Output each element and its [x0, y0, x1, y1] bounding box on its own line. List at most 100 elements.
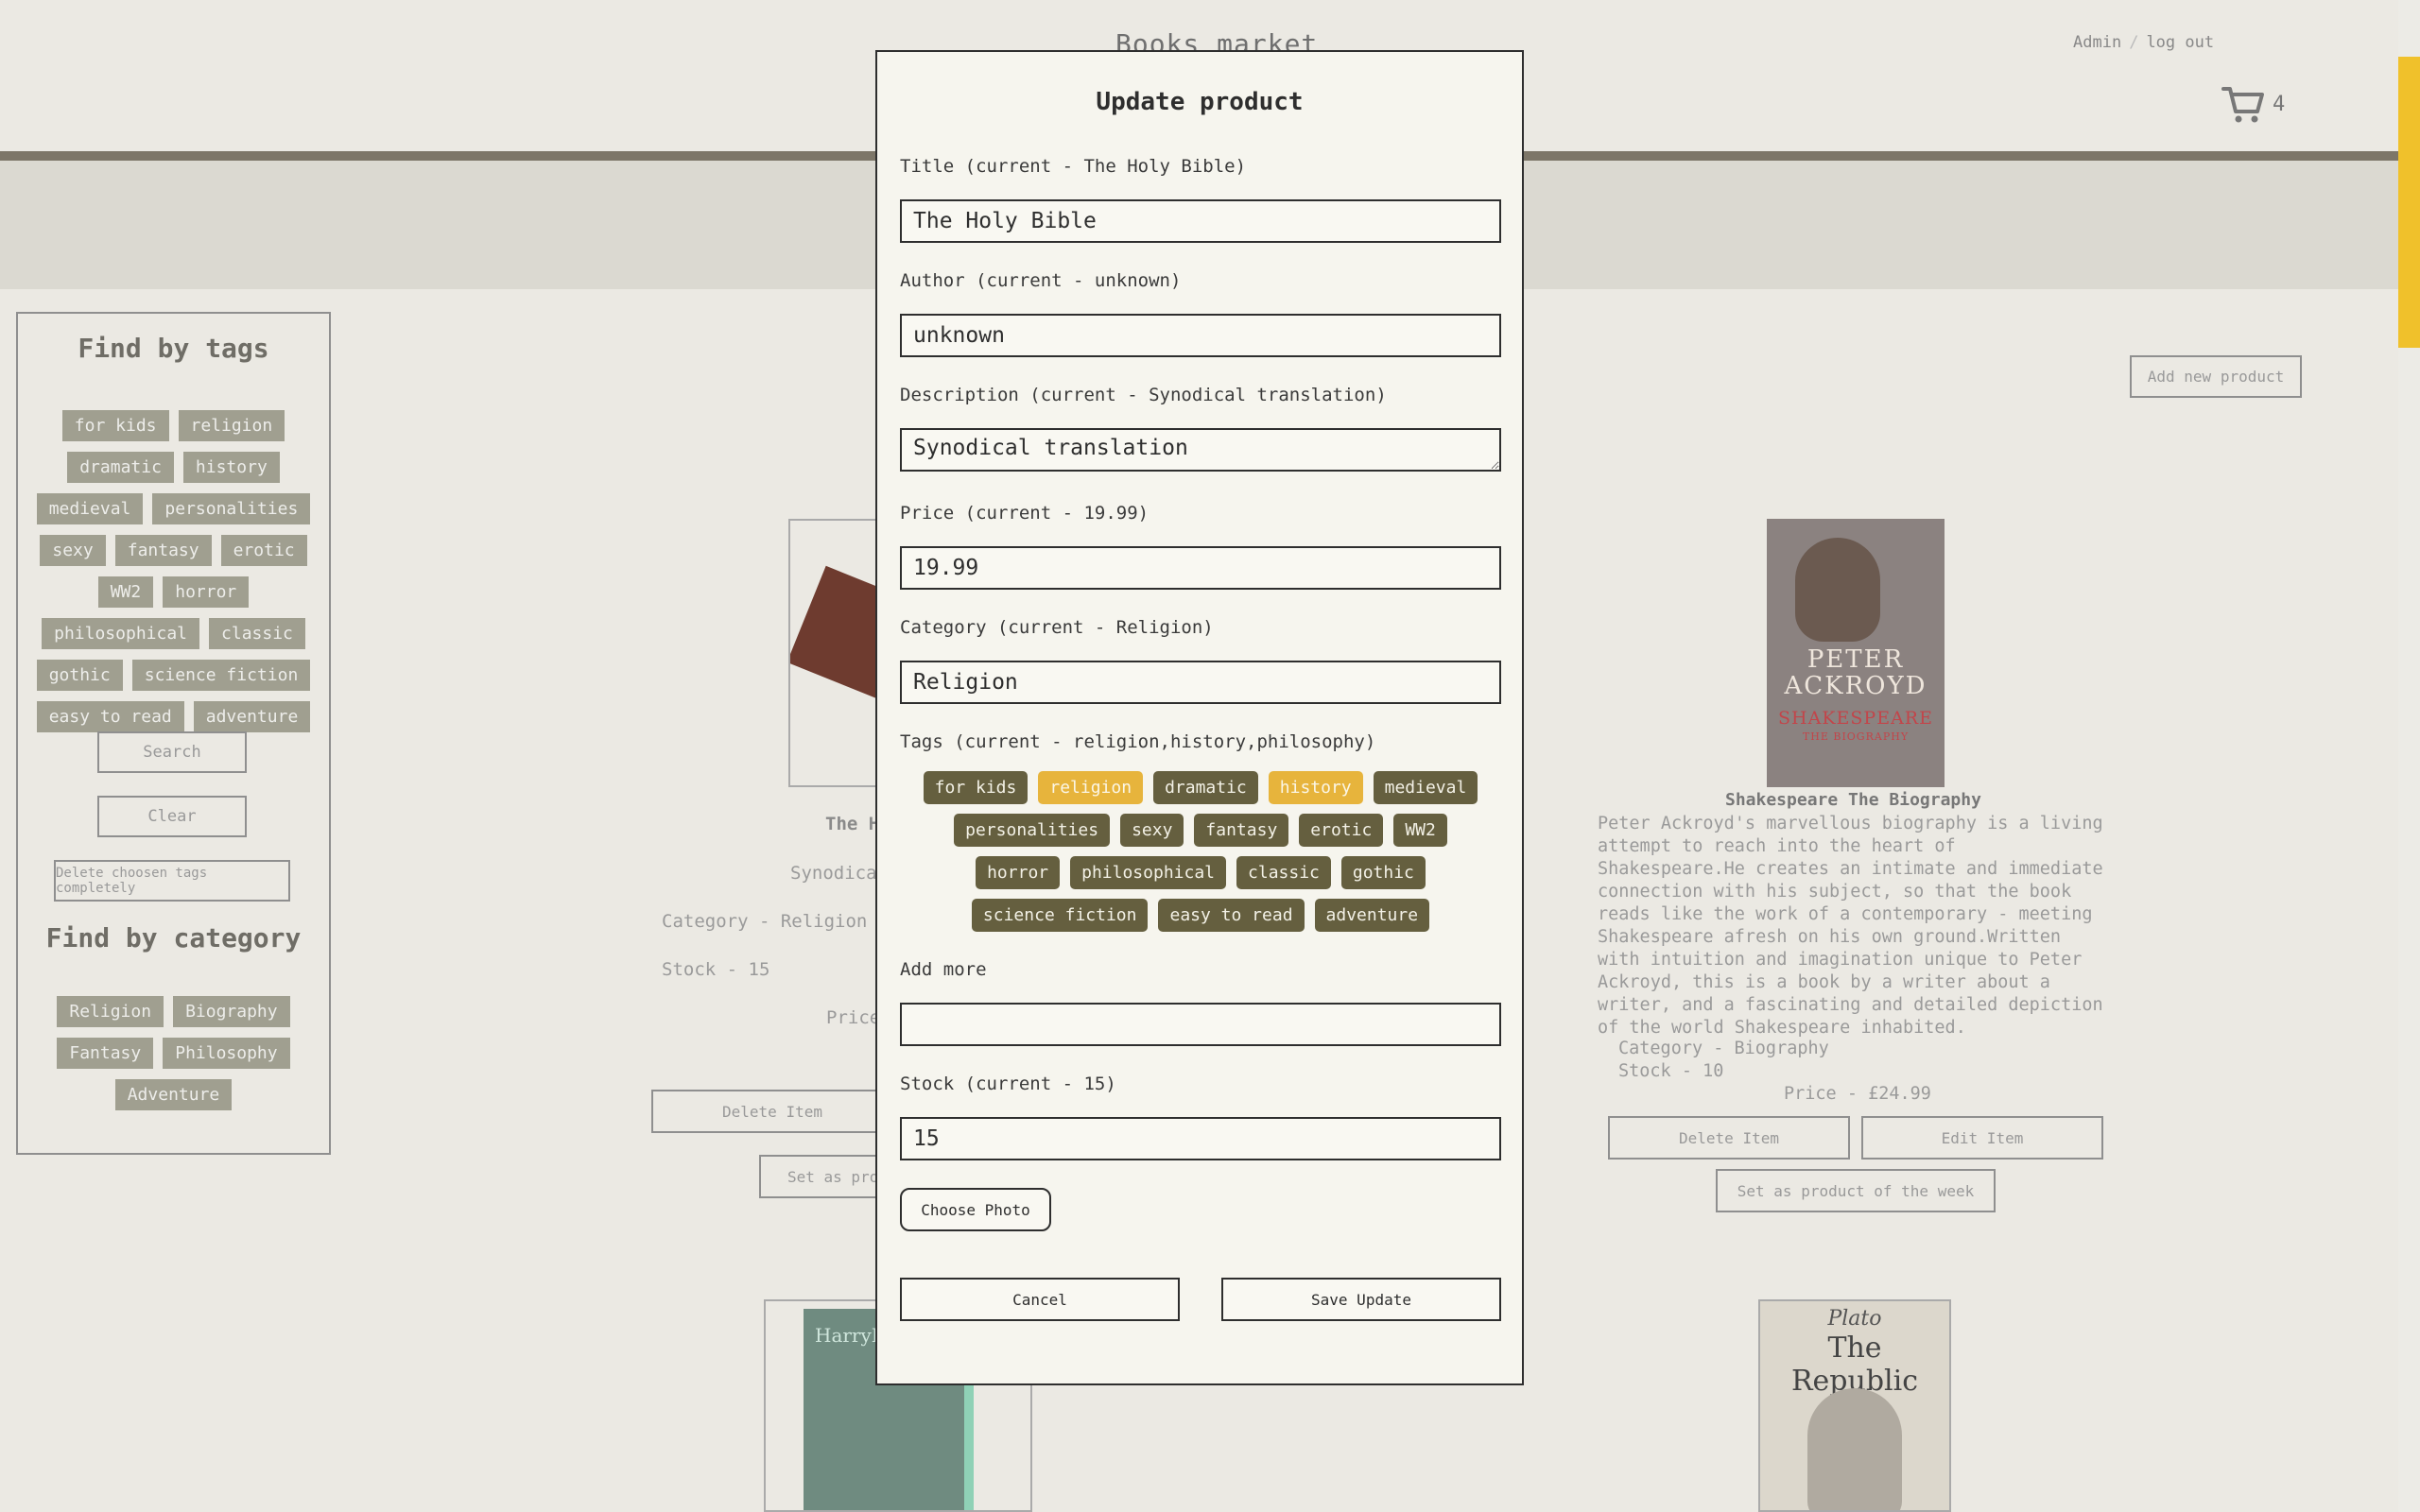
right-delete-button[interactable]: Delete Item — [1608, 1116, 1850, 1160]
sidebar-tag[interactable]: for kids — [61, 410, 169, 441]
stock-input[interactable] — [900, 1117, 1501, 1160]
left-card-price: Price — [826, 1007, 881, 1028]
sidebar-category[interactable]: Adventure — [114, 1079, 233, 1110]
cover-subtitle: THE BIOGRAPHY — [1802, 730, 1910, 743]
update-product-modal: Update product Title (current - The Holy… — [875, 50, 1524, 1385]
tags-label: Tags (current - religion,history,philoso… — [900, 731, 1376, 752]
delete-tags-button[interactable]: Delete choosen tags completely — [54, 860, 290, 902]
right-card-stock: Stock - 10 — [1618, 1061, 1724, 1081]
right-card-category: Category - Biography — [1618, 1039, 1829, 1058]
sidebar-tag[interactable]: philosophical — [42, 618, 200, 649]
cover-title: SHAKESPEARE — [1778, 708, 1933, 729]
left-card-title: The H — [825, 814, 880, 834]
right-card-price: Price - £24.99 — [1784, 1084, 1931, 1104]
left-delete-button[interactable]: Delete Item — [651, 1090, 893, 1133]
tag-for-kids[interactable]: for kids — [923, 771, 1028, 804]
sidebar-tag[interactable]: sexy — [40, 535, 106, 566]
cancel-button[interactable]: Cancel — [900, 1278, 1180, 1321]
sidebar-tag[interactable]: history — [182, 452, 280, 483]
tag-science-fiction[interactable]: science fiction — [971, 899, 1149, 932]
category-label: Category (current - Religion) — [900, 617, 1214, 638]
right-set-week-button[interactable]: Set as product of the week — [1716, 1169, 1996, 1212]
tag-religion[interactable]: religion — [1038, 771, 1144, 804]
hp-cover-text: HarryP — [815, 1324, 885, 1347]
add-more-label: Add more — [900, 959, 987, 980]
sidebar-tag[interactable]: medieval — [36, 493, 144, 524]
tag-erotic[interactable]: erotic — [1299, 814, 1384, 847]
book-cover-republic[interactable]: Plato The Republic — [1758, 1299, 1951, 1512]
plato-bust-shape — [1807, 1388, 1902, 1510]
tag-medieval[interactable]: medieval — [1373, 771, 1478, 804]
sidebar-category[interactable]: Philosophy — [163, 1038, 290, 1069]
sidebar-category[interactable]: Religion — [57, 996, 164, 1027]
book-cover-shakespeare[interactable]: PETER ACKROYD SHAKESPEARE THE BIOGRAPHY — [1767, 519, 1945, 787]
sidebar-category[interactable]: Biography — [173, 996, 290, 1027]
admin-link[interactable]: Admin — [2073, 33, 2121, 52]
sidebar-tag[interactable]: fantasy — [114, 535, 212, 566]
author-input[interactable] — [900, 314, 1501, 357]
left-card-description: Synodica — [790, 863, 877, 884]
title-label: Title (current - The Holy Bible) — [900, 156, 1247, 177]
tags-heading: Find by tags — [78, 333, 269, 364]
price-input[interactable] — [900, 546, 1501, 590]
tag-history[interactable]: history — [1268, 771, 1363, 804]
sidebar-tag-list: for kids religion dramatic history medie… — [29, 410, 318, 732]
add-new-product-button[interactable]: Add new product — [2130, 355, 2302, 398]
auth-separator: / — [2129, 33, 2139, 52]
tag-easy-to-read[interactable]: easy to read — [1158, 899, 1305, 932]
right-edit-button[interactable]: Edit Item — [1861, 1116, 2103, 1160]
sidebar-tag[interactable]: adventure — [193, 701, 311, 732]
choose-photo-button[interactable]: Choose Photo — [900, 1188, 1051, 1231]
scrollbar[interactable] — [2398, 0, 2420, 1512]
left-set-week-button[interactable]: Set as prod — [759, 1155, 891, 1198]
sidebar-tag[interactable]: WW2 — [97, 576, 154, 608]
tag-dramatic[interactable]: dramatic — [1153, 771, 1258, 804]
sidebar-tag[interactable]: gothic — [36, 660, 123, 691]
description-textarea[interactable]: Synodical translation — [900, 428, 1501, 472]
sidebar-tag[interactable]: horror — [163, 576, 250, 608]
sidebar: Find by tags for kids religion dramatic … — [16, 312, 331, 1155]
cover-author-1: PETER — [1806, 645, 1905, 674]
sidebar-tag[interactable]: personalities — [152, 493, 311, 524]
sidebar-tag[interactable]: dramatic — [67, 452, 174, 483]
save-update-button[interactable]: Save Update — [1221, 1278, 1501, 1321]
stock-label: Stock (current - 15) — [900, 1074, 1116, 1094]
clear-button[interactable]: Clear — [97, 796, 247, 837]
tag-gothic[interactable]: gothic — [1340, 856, 1426, 889]
description-label: Description (current - Synodical transla… — [900, 385, 1387, 405]
cover-author-2: ACKROYD — [1784, 672, 1927, 700]
left-card-category: Category - Religion — [662, 911, 868, 932]
sidebar-tag[interactable]: erotic — [220, 535, 307, 566]
auth-links: Admin / log out — [2073, 33, 2214, 52]
sidebar-tag[interactable]: classic — [209, 618, 305, 649]
search-button[interactable]: Search — [97, 731, 247, 773]
cart-count: 4 — [2273, 93, 2286, 116]
scrollbar-thumb[interactable] — [2398, 57, 2420, 348]
add-more-input[interactable] — [900, 1003, 1501, 1046]
tag-sexy[interactable]: sexy — [1120, 814, 1184, 847]
sidebar-tag[interactable]: religion — [178, 410, 285, 441]
tag-ww2[interactable]: WW2 — [1393, 814, 1447, 847]
tag-classic[interactable]: classic — [1236, 856, 1331, 889]
category-input[interactable] — [900, 661, 1501, 704]
left-card-stock: Stock - 15 — [662, 959, 770, 980]
sidebar-tag[interactable]: science fiction — [131, 660, 311, 691]
sidebar-category-list: Religion Biography Fantasy Philosophy Ad… — [29, 996, 318, 1110]
title-input[interactable] — [900, 199, 1501, 243]
logout-link[interactable]: log out — [2146, 33, 2214, 52]
tag-horror[interactable]: horror — [976, 856, 1061, 889]
tag-adventure[interactable]: adventure — [1314, 899, 1430, 932]
right-card-description: Peter Ackroyd's marvellous biography is … — [1598, 814, 2103, 1038]
cart-icon[interactable] — [2221, 85, 2265, 129]
sidebar-tag[interactable]: easy to read — [36, 701, 184, 732]
tag-personalities[interactable]: personalities — [954, 814, 1111, 847]
tag-fantasy[interactable]: fantasy — [1194, 814, 1289, 847]
tag-philosophical[interactable]: philosophical — [1070, 856, 1227, 889]
sidebar-category[interactable]: Fantasy — [57, 1038, 154, 1069]
right-card-title: Shakespeare The Biography — [1725, 790, 1981, 810]
republic-author: Plato — [1827, 1307, 1882, 1331]
price-label: Price (current - 19.99) — [900, 503, 1150, 524]
category-heading: Find by category — [45, 922, 302, 954]
author-label: Author (current - unknown) — [900, 270, 1182, 291]
modal-title: Update product — [1096, 88, 1304, 116]
